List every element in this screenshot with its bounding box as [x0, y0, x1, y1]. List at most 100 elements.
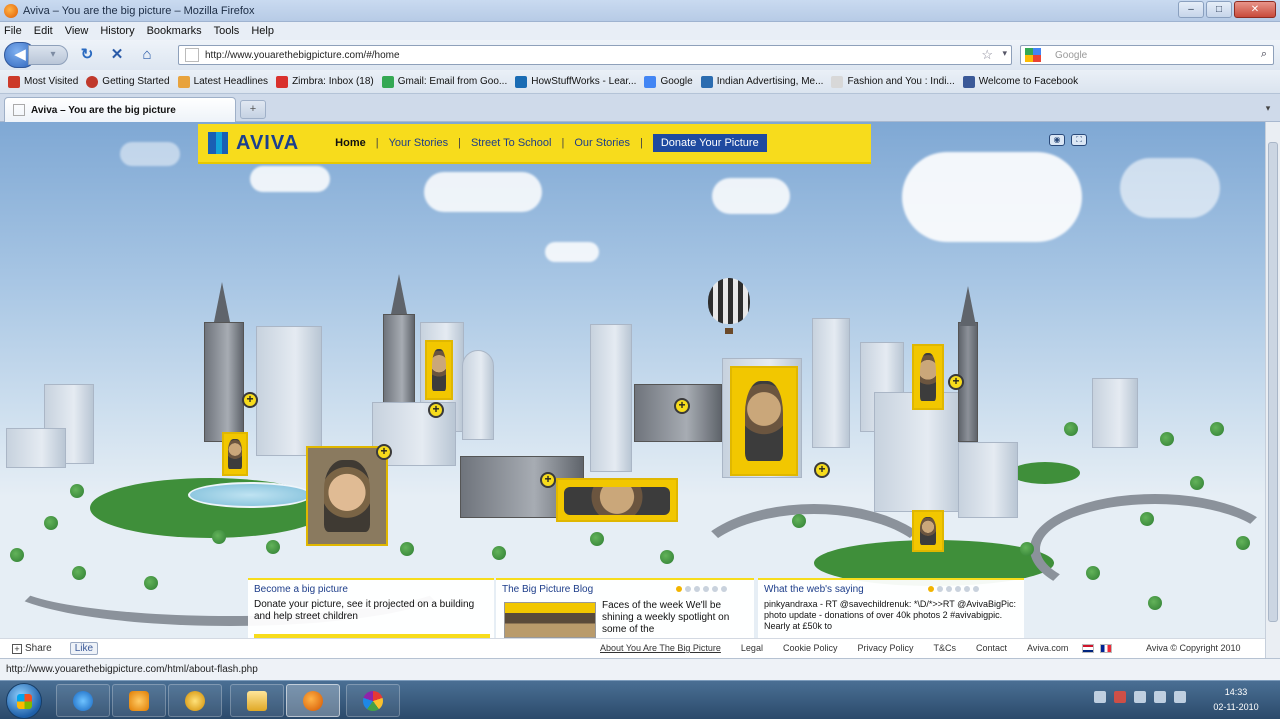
- show-hidden-icons-icon[interactable]: [1094, 691, 1106, 703]
- expand-photo-icon[interactable]: +: [540, 472, 556, 488]
- facebook-like-button[interactable]: Like: [69, 642, 99, 655]
- menu-edit[interactable]: Edit: [34, 25, 53, 37]
- home-icon[interactable]: ⌂: [136, 44, 158, 66]
- carousel-dot[interactable]: [712, 586, 718, 592]
- close-window-button[interactable]: ✕: [1234, 1, 1276, 18]
- footer-link-tcs[interactable]: T&Cs: [934, 643, 957, 653]
- page-scrollbar[interactable]: [1265, 122, 1280, 658]
- nav-your-stories[interactable]: Your Stories: [389, 137, 449, 149]
- network-icon[interactable]: [1154, 691, 1166, 703]
- expand-photo-icon[interactable]: +: [428, 402, 444, 418]
- scrollbar-thumb[interactable]: [1268, 142, 1278, 622]
- aviva-logo[interactable]: AVIVA: [208, 132, 299, 155]
- bookmark-latest-headlines[interactable]: Latest Headlines: [177, 75, 268, 88]
- menu-view[interactable]: View: [65, 25, 89, 37]
- taskbar-app[interactable]: [168, 684, 222, 717]
- donate-your-picture-button[interactable]: Donate Your Picture: [652, 134, 767, 152]
- panel-title[interactable]: Become a big picture: [254, 584, 488, 595]
- address-bar[interactable]: http://www.youarethebigpicture.com/#/hom…: [178, 45, 1012, 65]
- footer-link-about[interactable]: About You Are The Big Picture: [600, 643, 721, 653]
- search-icon[interactable]: ⌕: [1261, 48, 1267, 61]
- menu-bookmarks[interactable]: Bookmarks: [147, 25, 202, 37]
- minimize-button[interactable]: –: [1178, 1, 1204, 18]
- donated-photo[interactable]: [912, 344, 944, 410]
- bookmark-zimbra[interactable]: Zimbra: Inbox (18): [276, 75, 374, 88]
- bookmark-fashion-and-you[interactable]: Fashion and You : Indi...: [831, 75, 955, 88]
- taskbar-explorer[interactable]: [230, 684, 284, 717]
- bookmark-gmail[interactable]: Gmail: Email from Goo...: [381, 75, 507, 88]
- bookmark-getting-started[interactable]: Getting Started: [86, 75, 170, 88]
- fullscreen-icon[interactable]: ⛶: [1071, 134, 1087, 146]
- carousel-dot[interactable]: [676, 586, 682, 592]
- nav-separator: |: [458, 137, 461, 149]
- donated-photo[interactable]: [425, 340, 453, 400]
- carousel-dot[interactable]: [973, 586, 979, 592]
- donated-group-photo[interactable]: [556, 478, 678, 522]
- search-placeholder[interactable]: Google: [1055, 50, 1087, 61]
- tree: [70, 484, 84, 498]
- taskbar-media-player[interactable]: [112, 684, 166, 717]
- search-box[interactable]: Google ⌕: [1020, 45, 1274, 65]
- history-dropdown[interactable]: ▾: [28, 45, 68, 65]
- donated-photo[interactable]: [912, 510, 944, 552]
- carousel-dot[interactable]: [955, 586, 961, 592]
- footer-link-aviva-com[interactable]: Aviva.com: [1027, 643, 1068, 653]
- bookmark-howstuffworks[interactable]: HowStuffWorks - Lear...: [515, 75, 636, 88]
- menu-help[interactable]: Help: [251, 25, 274, 37]
- bookmark-indian-advertising[interactable]: Indian Advertising, Me...: [700, 75, 823, 88]
- menu-file[interactable]: File: [4, 25, 22, 37]
- expand-photo-icon[interactable]: +: [376, 444, 392, 460]
- carousel-dot[interactable]: [694, 586, 700, 592]
- bookmark-most-visited[interactable]: Most Visited: [8, 75, 78, 88]
- url-text[interactable]: http://www.youarethebigpicture.com/#/hom…: [205, 50, 400, 61]
- google-engine-icon[interactable]: [1025, 48, 1041, 62]
- taskbar-picasa[interactable]: [346, 684, 400, 717]
- expand-photo-icon[interactable]: +: [814, 462, 830, 478]
- bookmark-star-icon[interactable]: ☆: [981, 47, 993, 63]
- uk-flag-icon[interactable]: [1082, 644, 1094, 653]
- carousel-dot[interactable]: [685, 586, 691, 592]
- url-dropdown-icon[interactable]: ▾: [1002, 48, 1007, 59]
- blog-thumbnail[interactable]: [504, 602, 596, 638]
- france-flag-icon[interactable]: [1100, 644, 1112, 653]
- menu-tools[interactable]: Tools: [214, 25, 240, 37]
- carousel-dot[interactable]: [928, 586, 934, 592]
- start-button[interactable]: [6, 683, 42, 719]
- donated-photo[interactable]: [730, 366, 798, 476]
- expand-photo-icon[interactable]: +: [948, 374, 964, 390]
- carousel-dot[interactable]: [946, 586, 952, 592]
- taskbar-clock[interactable]: 14:33 02-11-2010: [1206, 685, 1266, 715]
- expand-photo-icon[interactable]: +: [674, 398, 690, 414]
- bookmark-google[interactable]: Google: [644, 75, 693, 88]
- taskbar-ie[interactable]: [56, 684, 110, 717]
- nav-our-stories[interactable]: Our Stories: [574, 137, 630, 149]
- panel-title[interactable]: What the web's saying: [764, 584, 1018, 595]
- taskbar-firefox[interactable]: [286, 684, 340, 717]
- bookmark-facebook[interactable]: Welcome to Facebook: [962, 75, 1078, 88]
- reload-icon[interactable]: ↻: [76, 44, 98, 66]
- maximize-button[interactable]: □: [1206, 1, 1232, 18]
- footer-link-cookie-policy[interactable]: Cookie Policy: [783, 643, 838, 653]
- footer-link-privacy-policy[interactable]: Privacy Policy: [857, 643, 913, 653]
- share-button[interactable]: + Share: [12, 643, 52, 654]
- footer-link-contact[interactable]: Contact: [976, 643, 1007, 653]
- carousel-dot[interactable]: [937, 586, 943, 592]
- carousel-dot[interactable]: [964, 586, 970, 592]
- antivirus-icon[interactable]: [1114, 691, 1126, 703]
- new-tab-button[interactable]: +: [240, 100, 266, 119]
- carousel-dot[interactable]: [721, 586, 727, 592]
- stop-icon[interactable]: ✕: [106, 44, 128, 66]
- action-center-flag-icon[interactable]: [1134, 691, 1146, 703]
- nav-street-to-school[interactable]: Street To School: [471, 137, 552, 149]
- expand-photo-icon[interactable]: +: [242, 392, 258, 408]
- donated-photo-large[interactable]: [306, 446, 388, 546]
- volume-icon[interactable]: [1174, 691, 1186, 703]
- tab-aviva[interactable]: Aviva – You are the big picture: [4, 97, 236, 122]
- sound-toggle-icon[interactable]: ◉: [1049, 134, 1065, 146]
- nav-home[interactable]: Home: [335, 137, 366, 149]
- menu-history[interactable]: History: [100, 25, 134, 37]
- carousel-dot[interactable]: [703, 586, 709, 592]
- donated-photo[interactable]: [222, 432, 248, 476]
- footer-link-legal[interactable]: Legal: [741, 643, 763, 653]
- list-all-tabs-icon[interactable]: ▾: [1260, 99, 1276, 117]
